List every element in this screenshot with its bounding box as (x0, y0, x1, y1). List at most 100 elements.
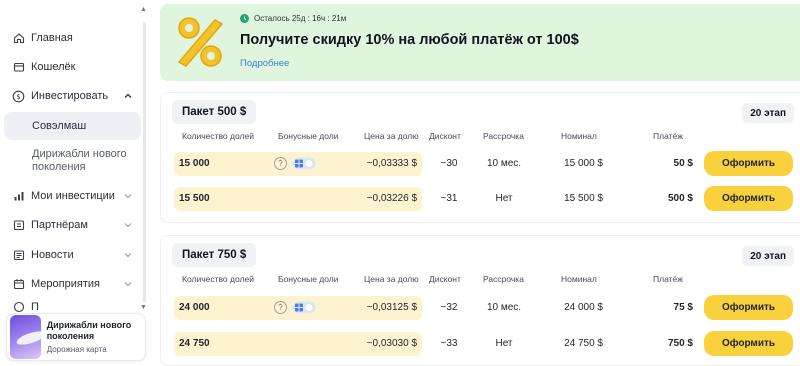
installment-value: Нет (495, 338, 513, 349)
chevron-down-icon[interactable] (122, 219, 134, 231)
price-value: ~0,03030 $ (366, 338, 417, 349)
header-price: Цена за долю (364, 274, 419, 284)
checkout-button[interactable]: Оформить (704, 186, 793, 211)
banner-more-link[interactable]: Подробнее (240, 58, 289, 69)
bonus-toggle-icon[interactable] (292, 157, 316, 170)
sidebar-item-label: Новости (31, 249, 74, 261)
bonus-toggle-icon[interactable] (292, 301, 316, 314)
header-price: Цена за долю (364, 131, 419, 141)
price-value: ~0,03226 $ (366, 193, 417, 204)
table-row: 24 000 ? ~0,03125 $ ~32 10 мес. 24 000 $… (161, 295, 800, 320)
table-row: 24 750 ~0,03030 $ ~33 Нет 24 750 $ 750 $… (161, 331, 800, 356)
countdown-timer: Осталось 25д : 16ч : 21м (240, 14, 346, 23)
svg-text:$: $ (16, 93, 20, 101)
header-payment: Платёж (653, 274, 683, 284)
sidebar-item-label: Главная (31, 32, 73, 44)
help-icon[interactable]: ? (274, 301, 287, 314)
shares-value: 24 750 (179, 338, 210, 349)
sidebar-item-label: Кошелёк (31, 61, 76, 73)
sidebar-item-label: Инвестировать (31, 90, 109, 102)
header-bonus: Бонусные доли (278, 274, 339, 284)
promo-subtitle: Дорожная карта (46, 345, 107, 354)
header-installment: Рассрочка (483, 131, 524, 141)
payment-value: 50 $ (673, 158, 693, 169)
sidebar-item-wallet[interactable]: Кошелёк (12, 57, 140, 77)
header-discount: Дисконт (429, 131, 461, 141)
chevron-up-icon[interactable] (122, 90, 134, 102)
header-payment: Платёж (653, 131, 683, 141)
stage-badge: 20 этап (742, 103, 794, 123)
help-icon[interactable]: ? (274, 157, 287, 170)
nominal-value: 24 000 $ (564, 302, 603, 313)
sidebar-subitem-airships[interactable]: Дирижабли нового поколения (32, 148, 137, 174)
table-row: 15 500 ~0,03226 $ ~31 Нет 15 500 $ 500 $… (161, 186, 800, 211)
partners-icon (12, 219, 25, 232)
discount-value: ~32 (440, 302, 458, 313)
package-title: Пакет 750 $ (172, 243, 257, 267)
timer-text: Осталось 25д : 16ч : 21м (254, 14, 347, 23)
table-row: 15 000 ? ~0,03333 $ ~30 10 мес. 15 000 $… (161, 151, 800, 176)
package-title: Пакет 500 $ (172, 100, 257, 124)
installment-value: 10 мес. (486, 158, 522, 169)
shares-value: 15 500 (179, 193, 210, 204)
checkout-button[interactable]: Оформить (704, 331, 793, 356)
calendar-icon (12, 278, 25, 291)
chevron-down-icon[interactable] (122, 278, 134, 290)
header-nominal: Номинал (561, 131, 597, 141)
payment-value: 75 $ (673, 302, 693, 313)
header-shares: Количество долей (182, 131, 254, 141)
sidebar-item-partial[interactable]: П (12, 301, 140, 313)
promo-card-airships[interactable]: Дирижабли нового поколения Дорожная карт… (6, 313, 146, 361)
installment-value: Нет (495, 193, 513, 204)
percent-icon (177, 17, 224, 67)
sidebar-item-label: Мероприятия (31, 278, 100, 290)
partial-icon (12, 301, 25, 313)
chevron-down-icon[interactable] (122, 190, 134, 202)
sidebar-item-invest[interactable]: $ Инвестировать (12, 86, 140, 106)
clock-icon (240, 14, 249, 23)
stage-badge: 20 этап (742, 246, 794, 266)
scroll-down-arrow[interactable]: ▼ (140, 304, 147, 311)
payment-value: 500 $ (667, 193, 693, 204)
header-shares: Количество долей (182, 274, 254, 284)
airship-image (10, 315, 41, 359)
checkout-button[interactable]: Оформить (704, 151, 793, 176)
chart-icon (12, 190, 25, 203)
sidebar-item-label: П (31, 301, 39, 313)
sidebar-item-my-investments[interactable]: Мои инвестиции (12, 186, 140, 206)
sidebar-item-news[interactable]: Новости (12, 245, 140, 265)
checkout-button[interactable]: Оформить (704, 295, 793, 320)
price-value: ~0,03333 $ (366, 158, 417, 169)
shares-value: 24 000 (179, 302, 210, 313)
header-installment: Рассрочка (483, 274, 524, 284)
news-icon (12, 249, 25, 262)
header-discount: Дисконт (429, 274, 461, 284)
coin-icon: $ (12, 90, 25, 103)
nominal-value: 15 000 $ (564, 158, 603, 169)
discount-value: ~33 (440, 338, 458, 349)
shares-value: 15 000 (179, 158, 210, 169)
sidebar-item-label: Партнёрам (31, 219, 88, 231)
header-nominal: Номинал (561, 274, 597, 284)
sidebar-item-label: Мои инвестиции (31, 190, 115, 202)
nominal-value: 15 500 $ (564, 193, 603, 204)
sidebar-scrollbar[interactable] (143, 22, 146, 302)
chevron-down-icon[interactable] (122, 249, 134, 261)
package-card: Пакет 750 $ 20 этап Количество долей Бон… (160, 235, 800, 366)
nominal-value: 24 750 $ (564, 338, 603, 349)
discount-banner: Осталось 25д : 16ч : 21м Получите скидку… (160, 4, 800, 81)
header-bonus: Бонусные доли (278, 131, 339, 141)
sidebar-item-partners[interactable]: Партнёрам (12, 215, 140, 235)
promo-title: Дирижабли нового поколения (46, 320, 132, 341)
installment-value: 10 мес. (486, 302, 522, 313)
sidebar-item-events[interactable]: Мероприятия (12, 274, 140, 294)
payment-value: 750 $ (667, 338, 693, 349)
scroll-up-arrow[interactable]: ▲ (140, 6, 147, 13)
price-value: ~0,03125 $ (366, 302, 417, 313)
sidebar-subitem-sovelmash[interactable]: Совэлмаш (4, 112, 141, 140)
sidebar: Главная Кошелёк $ Инвестировать Совэлмаш… (0, 0, 150, 366)
sidebar-item-home[interactable]: Главная (12, 28, 140, 48)
wallet-icon (12, 61, 25, 74)
discount-value: ~30 (440, 158, 458, 169)
home-icon (12, 32, 25, 45)
